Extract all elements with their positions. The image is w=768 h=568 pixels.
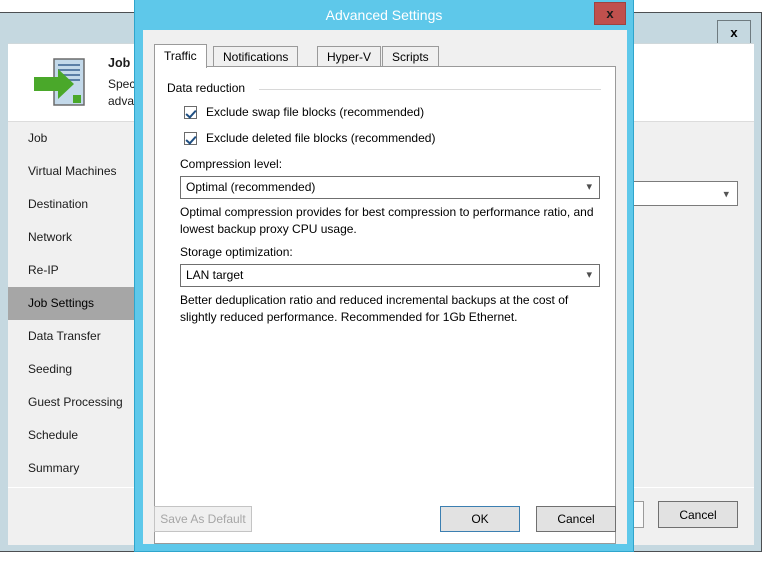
tab-notifications[interactable]: Notifications bbox=[213, 46, 299, 67]
data-reduction-group-title: Data reduction bbox=[167, 81, 252, 95]
sidebar-item-seeding[interactable]: Seeding bbox=[8, 353, 141, 386]
exclude-deleted-file-blocks-label: Exclude deleted file blocks (recommended… bbox=[206, 131, 436, 145]
tab-page-traffic: Data reduction Exclude swap file blocks … bbox=[154, 66, 616, 544]
compression-level-description: Optimal compression provides for best co… bbox=[180, 204, 600, 238]
exclude-deleted-file-blocks-checkbox[interactable] bbox=[184, 131, 197, 145]
dialog-cancel-button[interactable]: Cancel bbox=[536, 506, 616, 532]
save-as-default-button[interactable]: Save As Default bbox=[154, 506, 252, 532]
exclude-deleted-file-blocks-checkbox-row[interactable]: Exclude deleted file blocks (recommended… bbox=[184, 131, 435, 145]
exclude-swap-file-blocks-label: Exclude swap file blocks (recommended) bbox=[206, 105, 425, 119]
ok-button[interactable]: OK bbox=[440, 506, 520, 532]
sidebar-item-job[interactable]: Job bbox=[8, 122, 141, 155]
advanced-settings-dialog: Advanced Settings x Traffic Notification… bbox=[134, 0, 634, 552]
storage-description-line1: Better deduplication ratio and reduced i… bbox=[180, 293, 569, 307]
exclude-swap-file-blocks-checkbox-row[interactable]: Exclude swap file blocks (recommended) bbox=[184, 105, 424, 119]
sidebar-item-guest-processing[interactable]: Guest Processing bbox=[8, 386, 141, 419]
compression-level-value: Optimal (recommended) bbox=[186, 180, 316, 194]
wizard-sidebar: Job Virtual Machines Destination Network… bbox=[8, 122, 141, 510]
compression-description-line1: Optimal compression provides for best co… bbox=[180, 205, 594, 219]
storage-description-line2: slightly reduced performance. Recommende… bbox=[180, 310, 518, 324]
dialog-footer: Save As Default OK Cancel bbox=[143, 496, 627, 544]
sidebar-item-network[interactable]: Network bbox=[8, 221, 141, 254]
wizard-cancel-button[interactable]: Cancel bbox=[658, 501, 738, 528]
tab-traffic[interactable]: Traffic bbox=[154, 44, 207, 68]
chevron-down-icon: ▾ bbox=[586, 269, 592, 281]
sidebar-item-re-ip[interactable]: Re-IP bbox=[8, 254, 141, 287]
sidebar-item-summary[interactable]: Summary bbox=[8, 452, 141, 485]
exclude-swap-file-blocks-checkbox[interactable] bbox=[184, 105, 197, 119]
dialog-body: Traffic Notifications Hyper-V Scripts Da… bbox=[143, 30, 627, 544]
storage-optimization-description: Better deduplication ratio and reduced i… bbox=[180, 292, 600, 326]
compression-level-combo[interactable]: Optimal (recommended) ▾ bbox=[180, 176, 600, 199]
sidebar-item-data-transfer[interactable]: Data Transfer bbox=[8, 320, 141, 353]
chevron-down-icon: ▾ bbox=[723, 188, 729, 200]
sidebar-item-schedule[interactable]: Schedule bbox=[8, 419, 141, 452]
sidebar-item-virtual-machines[interactable]: Virtual Machines bbox=[8, 155, 141, 188]
sidebar-item-destination[interactable]: Destination bbox=[8, 188, 141, 221]
tab-scripts[interactable]: Scripts bbox=[382, 46, 439, 67]
dialog-close-button[interactable]: x bbox=[594, 2, 626, 25]
storage-optimization-label: Storage optimization: bbox=[180, 245, 293, 259]
storage-optimization-combo[interactable]: LAN target ▾ bbox=[180, 264, 600, 287]
compression-description-line2: lowest backup proxy CPU usage. bbox=[180, 222, 357, 236]
chevron-down-icon: ▾ bbox=[586, 181, 592, 193]
storage-optimization-value: LAN target bbox=[186, 268, 244, 282]
tab-hyper-v[interactable]: Hyper-V bbox=[317, 46, 382, 67]
wizard-close-button[interactable]: x bbox=[717, 20, 751, 44]
compression-level-label: Compression level: bbox=[180, 157, 283, 171]
tab-strip: Traffic Notifications Hyper-V Scripts bbox=[154, 44, 616, 68]
dialog-title: Advanced Settings bbox=[325, 7, 443, 23]
data-reduction-group: Data reduction Exclude swap file blocks … bbox=[167, 81, 601, 324]
sidebar-item-job-settings[interactable]: Job Settings bbox=[8, 287, 141, 320]
backup-job-icon bbox=[34, 57, 92, 111]
